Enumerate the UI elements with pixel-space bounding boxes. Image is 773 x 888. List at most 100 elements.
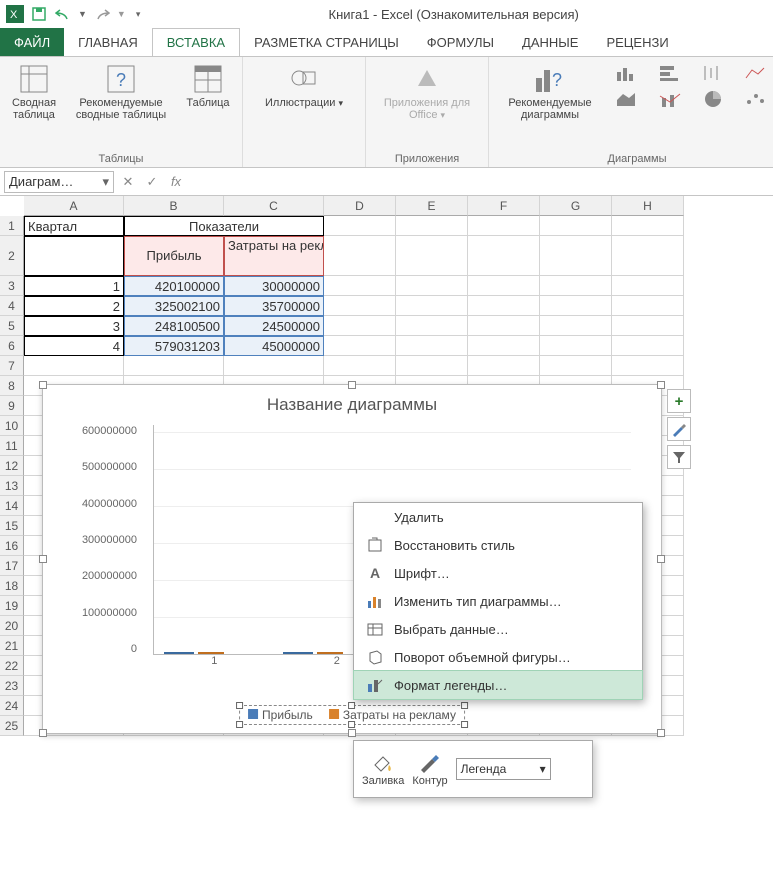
- formula-bar[interactable]: [190, 171, 769, 193]
- pivot-table-button[interactable]: Сводная таблица: [6, 61, 62, 123]
- col-header[interactable]: C: [224, 196, 324, 216]
- cell[interactable]: [612, 356, 684, 376]
- ctx-delete[interactable]: Удалить: [354, 503, 642, 531]
- bar-series2[interactable]: [198, 652, 224, 654]
- col-header[interactable]: B: [124, 196, 224, 216]
- chart-legend[interactable]: Прибыль Затраты на рекламу: [239, 705, 465, 725]
- undo-dropdown-icon[interactable]: ▼: [78, 9, 87, 19]
- column-chart-icon[interactable]: [609, 61, 645, 85]
- cell[interactable]: 4: [24, 336, 124, 356]
- col-header[interactable]: E: [396, 196, 468, 216]
- line-chart-icon[interactable]: [738, 61, 773, 85]
- tab-formulas[interactable]: ФОРМУЛЫ: [413, 28, 508, 56]
- redo-dropdown-icon[interactable]: ▼: [117, 9, 126, 19]
- row-header[interactable]: 18: [0, 576, 24, 596]
- stock-chart-icon[interactable]: [695, 61, 731, 85]
- legend-entry[interactable]: Затраты на рекламу: [329, 708, 456, 722]
- row-header[interactable]: 25: [0, 716, 24, 736]
- illustrations-button[interactable]: Иллюстрации ▾: [249, 61, 359, 111]
- cell[interactable]: 2: [24, 296, 124, 316]
- bar-chart-icon[interactable]: [652, 61, 688, 85]
- apps-button[interactable]: Приложения для Office ▾: [372, 61, 482, 123]
- cell[interactable]: 325002100: [124, 296, 224, 316]
- row-header[interactable]: 10: [0, 416, 24, 436]
- cell[interactable]: 579031203: [124, 336, 224, 356]
- chart-title[interactable]: Название диаграммы: [43, 385, 661, 425]
- tab-pagelayout[interactable]: РАЗМЕТКА СТРАНИЦЫ: [240, 28, 413, 56]
- cell[interactable]: [24, 236, 124, 276]
- chart-element-select[interactable]: Легенда ▾: [456, 758, 551, 780]
- bar-series1[interactable]: [164, 652, 194, 654]
- tab-insert[interactable]: ВСТАВКА: [152, 28, 240, 56]
- enter-formula-icon[interactable]: ✓: [142, 172, 162, 192]
- cell[interactable]: Квартал: [24, 216, 124, 236]
- table-button[interactable]: Таблица: [180, 61, 236, 111]
- cell[interactable]: [324, 356, 396, 376]
- cell[interactable]: 420100000: [124, 276, 224, 296]
- ctx-3d-rotation[interactable]: Поворот объемной фигуры…: [354, 643, 642, 671]
- col-header[interactable]: A: [24, 196, 124, 216]
- cell[interactable]: Прибыль: [124, 236, 224, 276]
- chart-filters-button[interactable]: [667, 445, 691, 469]
- row-header[interactable]: 12: [0, 456, 24, 476]
- row-header[interactable]: 20: [0, 616, 24, 636]
- row-header[interactable]: 19: [0, 596, 24, 616]
- cell[interactable]: 24500000: [224, 316, 324, 336]
- tab-review[interactable]: РЕЦЕНЗИ: [592, 28, 682, 56]
- col-header[interactable]: G: [540, 196, 612, 216]
- pie-chart-icon[interactable]: [695, 87, 731, 111]
- cell[interactable]: [396, 356, 468, 376]
- cell[interactable]: 45000000: [224, 336, 324, 356]
- save-icon[interactable]: [30, 5, 48, 23]
- row-header[interactable]: 23: [0, 676, 24, 696]
- tab-home[interactable]: ГЛАВНАЯ: [64, 28, 152, 56]
- tab-file[interactable]: ФАЙЛ: [0, 28, 64, 56]
- col-header[interactable]: F: [468, 196, 540, 216]
- cell[interactable]: 3: [24, 316, 124, 336]
- ctx-reset-style[interactable]: Восстановить стиль: [354, 531, 642, 559]
- combo-chart-icon[interactable]: [652, 87, 688, 111]
- area-chart-icon[interactable]: [609, 87, 645, 111]
- cell[interactable]: Затраты на рекламу: [224, 236, 324, 276]
- legend-entry[interactable]: Прибыль: [248, 708, 313, 722]
- row-header[interactable]: 14: [0, 496, 24, 516]
- ctx-format-legend[interactable]: Формат легенды…: [354, 671, 642, 699]
- ctx-select-data[interactable]: Выбрать данные…: [354, 615, 642, 643]
- row-header[interactable]: 5: [0, 316, 24, 336]
- row-header[interactable]: 11: [0, 436, 24, 456]
- cell[interactable]: [540, 356, 612, 376]
- row-header[interactable]: 1: [0, 216, 24, 236]
- ctx-font[interactable]: A Шрифт…: [354, 559, 642, 587]
- redo-icon[interactable]: [93, 5, 111, 23]
- recommended-pivot-button[interactable]: ? Рекомендуемые сводные таблицы: [66, 61, 176, 123]
- name-box[interactable]: Диаграм… ▾: [4, 171, 114, 193]
- outline-button[interactable]: Контур: [412, 751, 447, 787]
- cell[interactable]: [468, 356, 540, 376]
- cell[interactable]: 35700000: [224, 296, 324, 316]
- row-header[interactable]: 8: [0, 376, 24, 396]
- scatter-chart-icon[interactable]: [738, 87, 773, 111]
- row-header[interactable]: 3: [0, 276, 24, 296]
- cancel-formula-icon[interactable]: ✕: [118, 172, 138, 192]
- cell[interactable]: [324, 216, 396, 236]
- col-header[interactable]: D: [324, 196, 396, 216]
- row-header[interactable]: 4: [0, 296, 24, 316]
- undo-icon[interactable]: [54, 5, 72, 23]
- row-header[interactable]: 21: [0, 636, 24, 656]
- bar-series2[interactable]: [317, 652, 343, 654]
- tab-data[interactable]: ДАННЫЕ: [508, 28, 592, 56]
- col-header[interactable]: H: [612, 196, 684, 216]
- row-header[interactable]: 15: [0, 516, 24, 536]
- row-header[interactable]: 22: [0, 656, 24, 676]
- recommended-charts-button[interactable]: ? Рекомендуемые диаграммы: [495, 61, 605, 123]
- row-header[interactable]: 2: [0, 236, 24, 276]
- row-header[interactable]: 7: [0, 356, 24, 376]
- chart-styles-button[interactable]: [667, 417, 691, 441]
- ctx-change-chart-type[interactable]: Изменить тип диаграммы…: [354, 587, 642, 615]
- namebox-dropdown-icon[interactable]: ▾: [102, 174, 109, 190]
- row-header[interactable]: 9: [0, 396, 24, 416]
- row-header[interactable]: 13: [0, 476, 24, 496]
- cell[interactable]: [224, 356, 324, 376]
- row-header[interactable]: 24: [0, 696, 24, 716]
- cell[interactable]: 1: [24, 276, 124, 296]
